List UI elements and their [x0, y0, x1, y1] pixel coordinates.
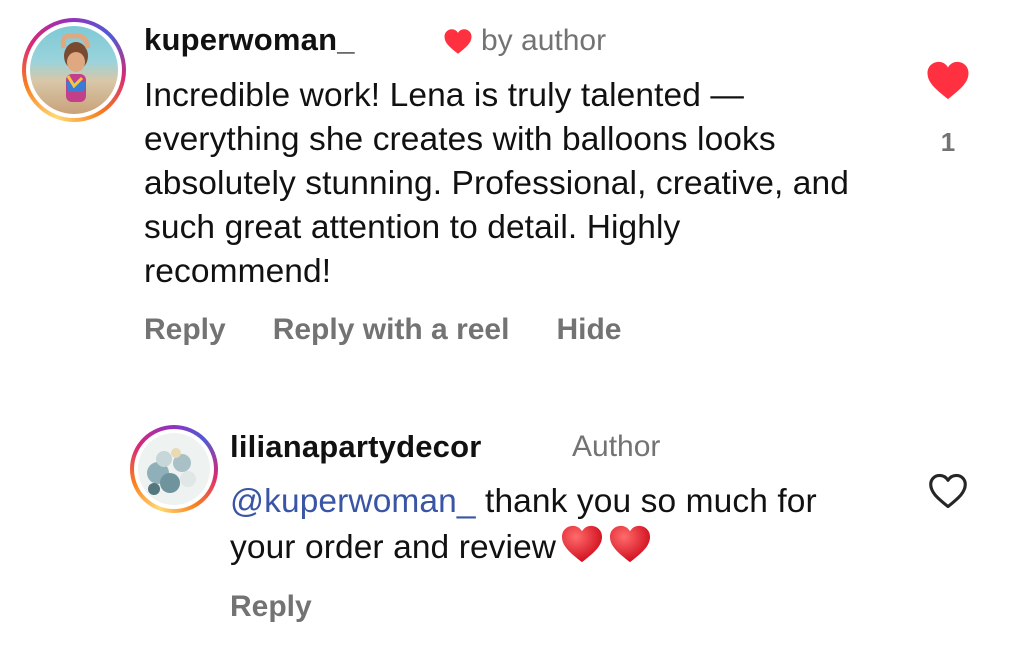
comment-actions: Reply — [230, 590, 359, 624]
balloon-decor-photo-icon — [147, 448, 196, 495]
heart-filled-icon[interactable] — [925, 60, 971, 101]
liked-by-author-badge: by author — [443, 24, 606, 58]
reply-button[interactable]: Reply — [144, 313, 226, 347]
comment: kuperwoman_ by author Incredible work! L… — [0, 0, 1024, 380]
person-photo-icon — [60, 33, 91, 102]
hide-button[interactable]: Hide — [556, 313, 621, 347]
comment-text: @kuperwoman_ thank you so much for your … — [230, 480, 890, 576]
avatar-ring-gap — [26, 22, 122, 118]
comment-username[interactable]: kuperwoman_ — [144, 22, 355, 58]
avatar-photo — [30, 26, 118, 114]
like-column: 1 — [918, 60, 978, 158]
reply-comment: lilianapartydecor Author @kuperwoman_ th… — [0, 400, 1024, 649]
comment-text: Incredible work! Lena is truly talented … — [144, 77, 849, 290]
avatar[interactable] — [130, 425, 218, 513]
comment-username[interactable]: lilianapartydecor — [230, 429, 482, 465]
avatar-photo — [138, 433, 210, 505]
heart-outline-icon[interactable] — [927, 472, 969, 510]
reply-button[interactable]: Reply — [230, 590, 312, 624]
comment-actions: Reply Reply with a reel Hide — [144, 313, 668, 347]
heart-filled-icon — [444, 28, 472, 54]
like-count: 1 — [940, 127, 956, 157]
avatar[interactable] — [22, 18, 126, 122]
red-heart-emoji-icon — [560, 524, 604, 576]
red-heart-emoji-icon — [608, 524, 652, 576]
mention-link[interactable]: @kuperwoman_ — [230, 483, 476, 520]
like-column — [918, 472, 978, 510]
reply-with-reel-button[interactable]: Reply with a reel — [273, 313, 510, 347]
by-author-label: by author — [481, 24, 607, 57]
author-badge: Author — [572, 430, 661, 463]
avatar-ring-gap — [134, 429, 214, 509]
